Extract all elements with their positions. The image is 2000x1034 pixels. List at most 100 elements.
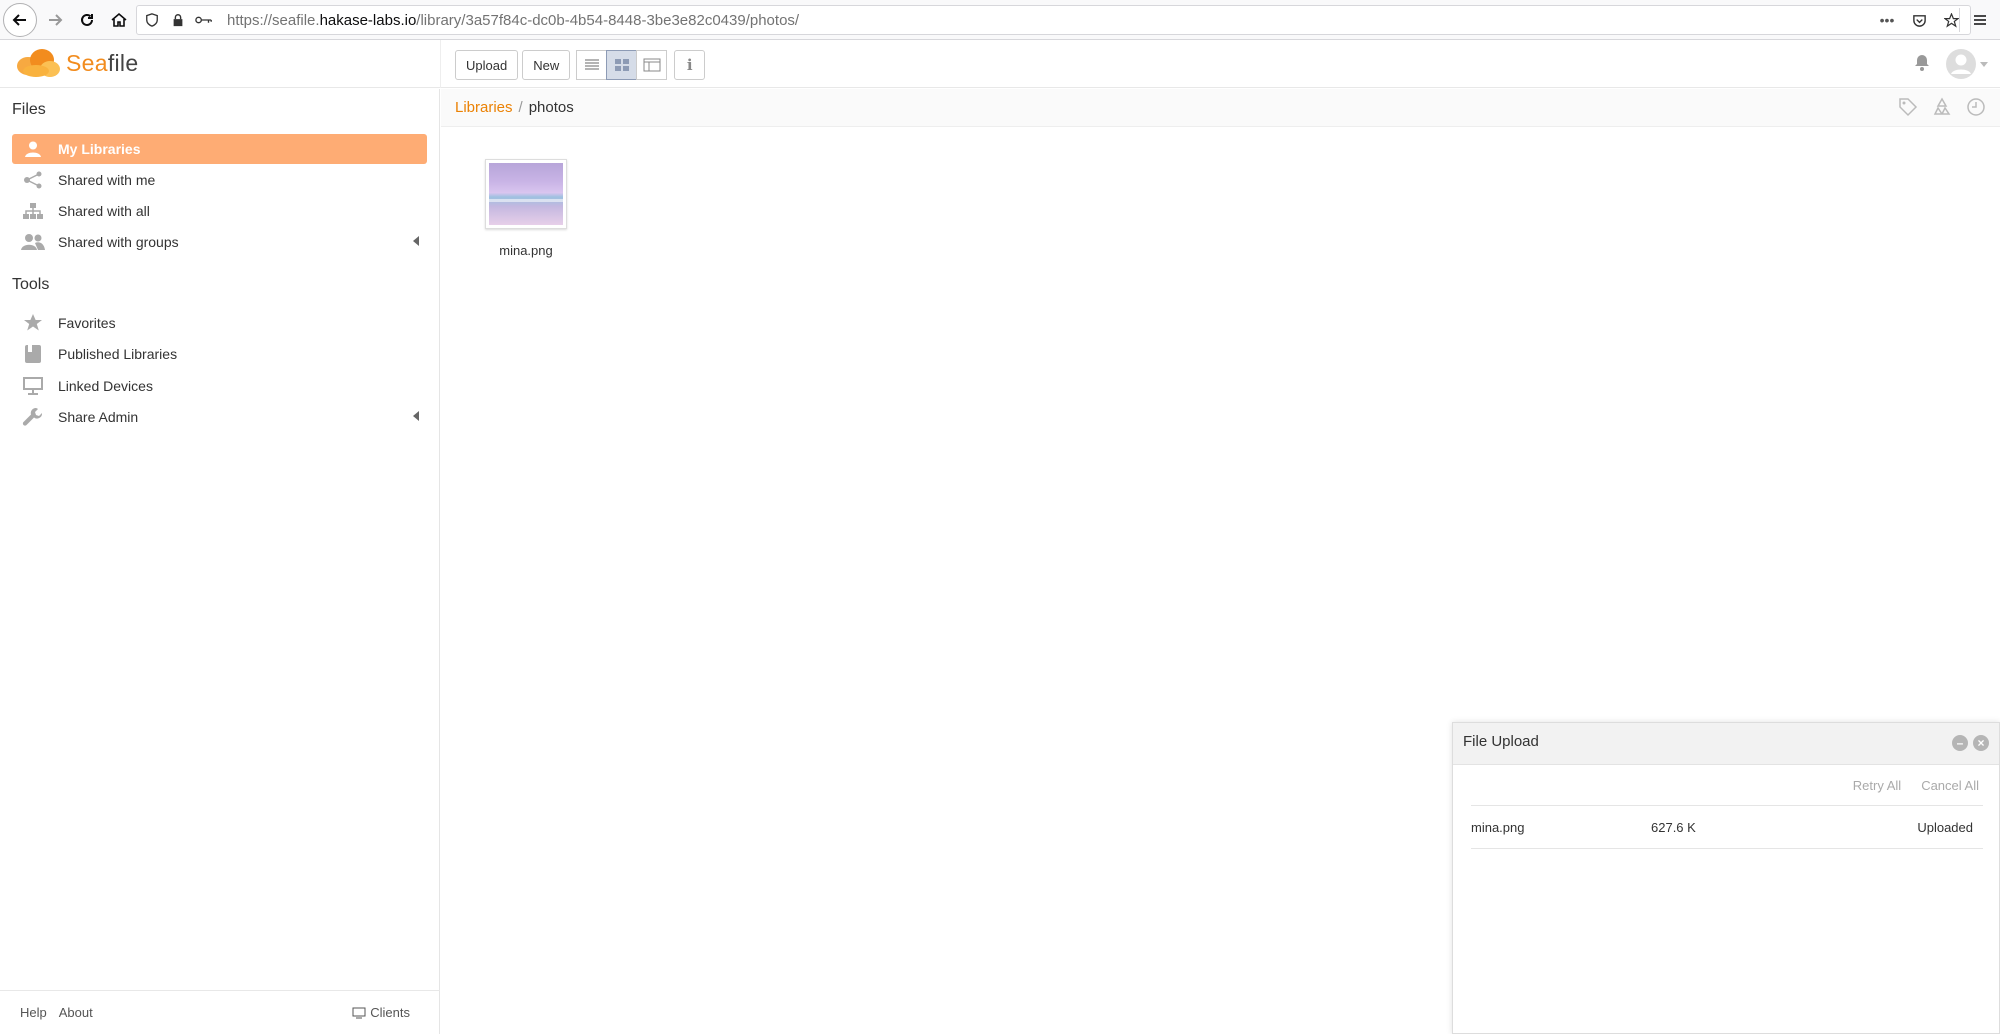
sidebar-item-label: Linked Devices bbox=[58, 378, 153, 394]
sidebar-item-label: Favorites bbox=[58, 315, 116, 331]
sidebar: Files My Libraries Shared with me Shared… bbox=[0, 89, 440, 1034]
tools-section-title: Tools bbox=[12, 276, 50, 293]
image-thumbnail[interactable] bbox=[485, 159, 567, 229]
book-icon bbox=[20, 343, 46, 365]
pocket-icon[interactable] bbox=[1908, 9, 1930, 31]
monitor-icon bbox=[20, 375, 46, 397]
sidebar-item-favorites[interactable]: Favorites bbox=[12, 308, 427, 338]
more-actions-icon[interactable]: ••• bbox=[1876, 9, 1898, 31]
upload-file-name: mina.png bbox=[1471, 820, 1525, 835]
sidebar-item-published-libraries[interactable]: Published Libraries bbox=[12, 339, 427, 369]
grid-icon bbox=[614, 59, 629, 71]
bell-icon[interactable] bbox=[1913, 53, 1931, 76]
hamburger-menu-icon[interactable] bbox=[1966, 6, 1994, 34]
sidebar-item-label: Shared with all bbox=[58, 203, 150, 219]
toolbar-divider bbox=[1959, 8, 1960, 32]
user-avatar[interactable] bbox=[1945, 48, 1988, 80]
sidebar-item-label: My Libraries bbox=[58, 141, 141, 157]
arrow-left-icon bbox=[12, 13, 26, 26]
sidebar-item-shared-with-me[interactable]: Shared with me bbox=[12, 165, 427, 195]
reload-icon bbox=[81, 13, 93, 26]
cloud-logo-icon bbox=[17, 49, 60, 77]
star-icon bbox=[20, 312, 46, 334]
url-domain: hakase-labs.io bbox=[319, 11, 417, 29]
caret-left-icon[interactable] bbox=[413, 411, 419, 421]
breadcrumb-separator: / bbox=[518, 99, 523, 116]
sidebar-item-linked-devices[interactable]: Linked Devices bbox=[12, 371, 427, 401]
sidebar-item-my-libraries[interactable]: My Libraries bbox=[12, 134, 427, 164]
sidebar-item-label: Published Libraries bbox=[58, 346, 178, 362]
browser-toolbar: https://seafile.hakase-labs.io/library/3… bbox=[0, 0, 2000, 40]
minimize-icon[interactable]: – bbox=[1952, 735, 1968, 751]
upload-status: Uploaded bbox=[1917, 820, 1973, 835]
lock-icon[interactable] bbox=[167, 9, 189, 31]
person-icon bbox=[20, 138, 46, 160]
upload-panel-title: File Upload bbox=[1463, 733, 1539, 750]
breadcrumb-libraries[interactable]: Libraries bbox=[455, 99, 513, 116]
home-button[interactable] bbox=[105, 6, 133, 34]
column-view-button[interactable] bbox=[636, 50, 668, 80]
breadcrumb: Libraries / photos bbox=[441, 99, 574, 116]
logo-text-sea: Sea bbox=[66, 49, 108, 76]
sidebar-item-label: Shared with groups bbox=[58, 234, 179, 250]
file-upload-panel: File Upload – × Retry All Cancel All min… bbox=[1452, 722, 2000, 1034]
view-mode-group bbox=[576, 50, 668, 80]
url-path: /library/3a57f84c-dc0b-4b54-8448-3be3e82… bbox=[416, 11, 800, 29]
key-icon[interactable] bbox=[193, 9, 215, 31]
thumbnail-image bbox=[489, 163, 563, 225]
group-icon bbox=[20, 231, 46, 253]
app-header: Seafile Upload New i bbox=[0, 40, 2000, 88]
close-icon[interactable]: × bbox=[1973, 735, 1989, 751]
url-text: https://seafile.hakase-labs.io/library/3… bbox=[227, 12, 799, 29]
file-name[interactable]: mina.png bbox=[481, 243, 571, 258]
list-icon bbox=[584, 59, 599, 70]
logo-text-file: file bbox=[107, 49, 139, 76]
recycle-icon[interactable] bbox=[1932, 97, 1952, 122]
info-button[interactable]: i bbox=[674, 50, 706, 80]
home-icon bbox=[111, 12, 127, 27]
desktop-icon bbox=[352, 1007, 366, 1018]
new-button[interactable]: New bbox=[522, 50, 571, 80]
url-bar[interactable]: https://seafile.hakase-labs.io/library/3… bbox=[136, 5, 1971, 35]
path-bar: Libraries / photos bbox=[441, 89, 2000, 127]
file-tile[interactable]: mina.png bbox=[481, 159, 571, 258]
columns-icon bbox=[643, 58, 661, 72]
breadcrumb-current: photos bbox=[528, 99, 574, 116]
back-button[interactable] bbox=[3, 2, 37, 37]
list-view-button[interactable] bbox=[576, 50, 608, 80]
retry-all-button[interactable]: Retry All bbox=[1853, 778, 1901, 793]
about-link[interactable]: About bbox=[59, 1005, 93, 1020]
grid-view-button[interactable] bbox=[606, 50, 638, 80]
history-clock-icon[interactable] bbox=[1966, 97, 1986, 122]
upload-file-size: 627.6 K bbox=[1651, 820, 1696, 835]
caret-left-icon[interactable] bbox=[413, 236, 419, 246]
url-prefix: https://seafile. bbox=[227, 11, 320, 29]
logo-text: Seafile bbox=[66, 50, 138, 77]
avatar-icon bbox=[1946, 49, 1976, 79]
cancel-all-button[interactable]: Cancel All bbox=[1921, 778, 1979, 793]
info-icon: i bbox=[686, 56, 693, 74]
shield-icon[interactable] bbox=[141, 9, 163, 31]
reload-button[interactable] bbox=[73, 6, 101, 34]
seafile-logo[interactable]: Seafile bbox=[14, 46, 138, 80]
share-icon bbox=[20, 169, 46, 191]
clients-label: Clients bbox=[370, 1005, 410, 1020]
arrow-right-icon bbox=[49, 13, 63, 26]
chevron-down-icon bbox=[1980, 61, 1988, 67]
sidebar-footer: Help About Clients bbox=[0, 990, 440, 1034]
upload-button[interactable]: Upload bbox=[455, 50, 519, 80]
org-icon bbox=[20, 200, 46, 222]
sidebar-item-shared-with-all[interactable]: Shared with all bbox=[12, 196, 427, 226]
sidebar-item-share-admin[interactable]: Share Admin bbox=[12, 402, 427, 432]
files-section-title: Files bbox=[12, 101, 46, 118]
forward-button[interactable] bbox=[41, 6, 69, 34]
file-toolbar: Upload New i bbox=[455, 50, 706, 80]
sidebar-item-label: Shared with me bbox=[58, 172, 156, 188]
sidebar-item-shared-with-groups[interactable]: Shared with groups bbox=[12, 227, 427, 257]
upload-panel-header: File Upload – × bbox=[1453, 723, 1999, 765]
clients-link[interactable]: Clients bbox=[352, 1005, 410, 1020]
header-divider bbox=[440, 40, 441, 88]
help-link[interactable]: Help bbox=[20, 1005, 47, 1020]
tag-icon[interactable] bbox=[1898, 97, 1918, 122]
upload-row: mina.png 627.6 K Uploaded bbox=[1471, 805, 1983, 849]
